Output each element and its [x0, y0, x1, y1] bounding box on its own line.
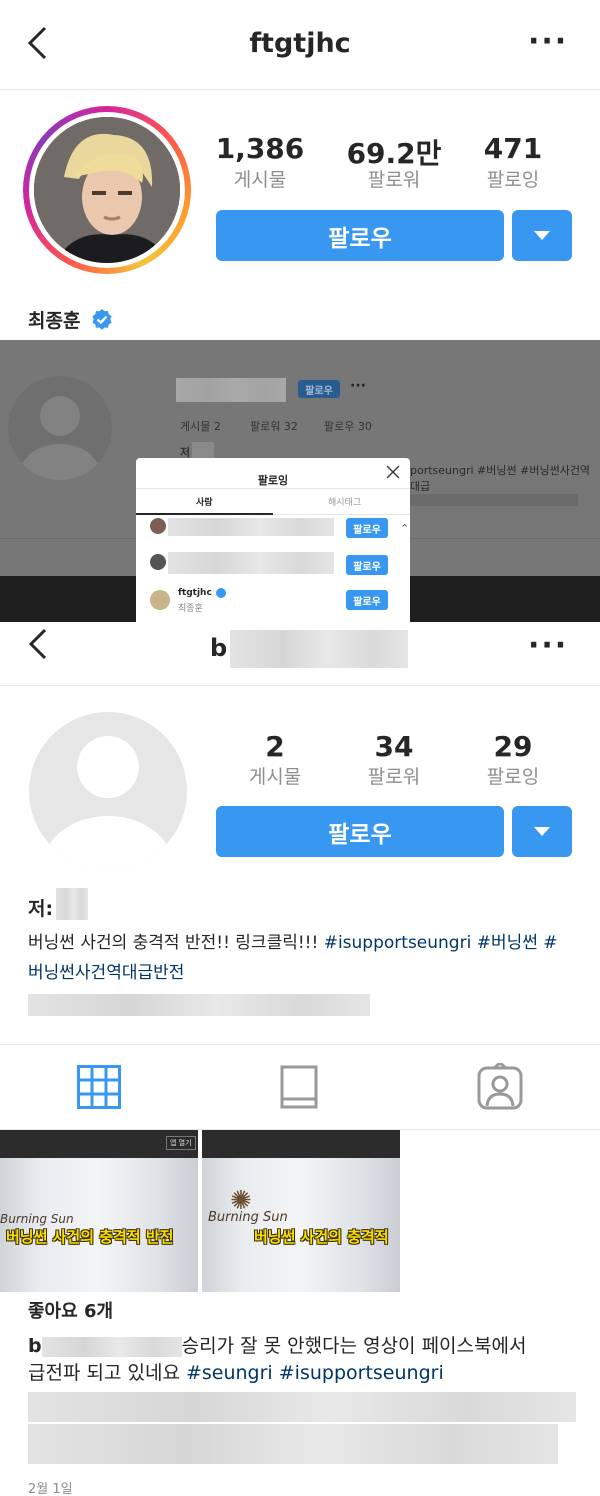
avatar: [150, 590, 170, 610]
modal-follow-button[interactable]: 팔로우: [346, 555, 388, 575]
embedded-avatar: [8, 376, 112, 480]
verified-icon: [90, 308, 114, 332]
blurred-display-name: [56, 888, 88, 920]
thumb-caption: 버닝썬 사건의 충격적 반전: [6, 1228, 174, 1246]
blurred-text: [28, 1392, 576, 1422]
chevron-down-icon: [534, 231, 550, 240]
post-caption: b 승리가 잘 못 안했다는 영상이 페이스북에서 급전파 되고 있네요 #seu…: [28, 1333, 588, 1387]
embedded-stat-followers: 팔로워 32: [250, 420, 298, 433]
blurred-text: [28, 1424, 558, 1464]
scroll-up-icon[interactable]: ⌃: [400, 522, 409, 535]
embedded-stat-posts: 게시물 2: [180, 420, 221, 433]
embedded-follow-button: 팔로우: [298, 380, 340, 398]
followers-label[interactable]: 팔로워: [329, 762, 459, 789]
avatar[interactable]: [29, 712, 187, 870]
sign-text: Burning Sun: [0, 1212, 74, 1226]
following-modal: 팔로잉 사람 해시태그 ⌃ 팔로우 팔로우 ftgtjhc 최종훈 팔로우: [136, 458, 410, 622]
post-hashtags[interactable]: #seungri #isupportseungri: [186, 1362, 444, 1384]
sign-text: Burning Sun: [208, 1210, 288, 1225]
post-text-line1: 승리가 잘 못 안했다는 영상이 페이스북에서: [181, 1335, 527, 1357]
embedded-bio-tags: portseungri #버닝썬 #버닝썬사건역대급: [410, 464, 591, 493]
posts-count: 2: [265, 730, 285, 763]
modal-follow-button[interactable]: 팔로우: [346, 518, 388, 538]
modal-tab-hashtag[interactable]: 해시태그: [328, 495, 361, 508]
post-date: 2월 1일: [28, 1482, 73, 1496]
feed-icon[interactable]: [280, 1065, 318, 1113]
followers-label[interactable]: 팔로워: [329, 165, 459, 192]
back-icon[interactable]: [28, 628, 48, 660]
suggestions-dropdown-button[interactable]: [512, 210, 572, 261]
avatar: [150, 554, 166, 570]
more-icon[interactable]: ···: [528, 24, 568, 59]
profile2-header: b ···: [0, 622, 600, 686]
avatar: [34, 117, 180, 263]
post-thumbnail[interactable]: ✺ Burning Sun 버닝썬 사건의 충격적: [202, 1130, 400, 1292]
avatar: [150, 518, 166, 534]
blurred-username: [168, 518, 334, 536]
follow-button[interactable]: 팔로우: [216, 806, 504, 857]
post-thumbnail[interactable]: 앱 열기 Burning Sun 버닝썬 사건의 충격적 반전: [0, 1130, 198, 1292]
likes-count[interactable]: 좋아요 6개: [28, 1297, 113, 1323]
chevron-down-icon: [534, 827, 550, 836]
modal-row-username: ftgtjhc: [178, 588, 212, 598]
modal-row-name: 최종훈: [178, 604, 203, 614]
profile-username-title: ftgtjhc: [249, 28, 351, 59]
grid-icon[interactable]: [77, 1065, 121, 1113]
display-name: 최종훈: [28, 310, 81, 332]
avatar-story-ring[interactable]: [23, 106, 191, 274]
followers-count[interactable]: 34: [329, 730, 459, 763]
following-count[interactable]: 471: [448, 132, 578, 165]
post-author-prefix[interactable]: b: [28, 1335, 42, 1357]
embedded-screenshot: 팔로우 ··· 게시물 2 팔로워 32 팔로우 30 저 portseungr…: [0, 340, 600, 622]
following-label[interactable]: 팔로잉: [448, 762, 578, 789]
modal-follow-button[interactable]: 팔로우: [346, 590, 388, 610]
verified-icon: [216, 588, 226, 598]
following-label[interactable]: 팔로잉: [448, 165, 578, 192]
display-name-prefix: 저:: [28, 898, 54, 920]
top-header: ftgtjhc ···: [0, 0, 600, 90]
bio-text: 버닝썬 사건의 충격적 반전!! 링크클릭!!!: [28, 933, 324, 953]
blurred-username: [230, 630, 408, 668]
modal-title: 팔로잉: [257, 474, 289, 487]
modal-tab-people[interactable]: 사람: [196, 495, 213, 508]
embedded-stat-following: 팔로우 30: [324, 420, 372, 433]
follow-button[interactable]: 팔로우: [216, 210, 504, 261]
following-count[interactable]: 29: [448, 730, 578, 763]
blurred-link[interactable]: [28, 994, 370, 1016]
profile2-username-prefix: b: [210, 634, 228, 662]
embedded-username-blur: [176, 378, 286, 402]
more-icon[interactable]: ···: [528, 628, 568, 663]
tagged-icon[interactable]: [476, 1061, 524, 1115]
open-app-badge[interactable]: 앱 열기: [166, 1136, 196, 1150]
thumb-caption: 버닝썬 사건의 충격적: [254, 1228, 389, 1246]
close-icon[interactable]: [386, 464, 400, 483]
posts-label: 게시물: [233, 169, 287, 191]
posts-label: 게시물: [248, 766, 302, 788]
bio-hashtags[interactable]: 버닝썬사건역대급반전: [28, 963, 184, 983]
profile-tabs: [0, 1044, 600, 1130]
post-text-line2: 급전파 되고 있네요: [28, 1362, 186, 1384]
posts-count: 1,386: [215, 132, 305, 165]
blurred-username: [168, 552, 334, 574]
suggestions-dropdown-button[interactable]: [512, 806, 572, 857]
bio-hashtags[interactable]: #isupportseungri #버닝썬 #: [324, 933, 558, 953]
profile-bio: 버닝썬 사건의 충격적 반전!! 링크클릭!!! #isupportseungr…: [28, 928, 588, 988]
embedded-more: ···: [350, 378, 366, 394]
